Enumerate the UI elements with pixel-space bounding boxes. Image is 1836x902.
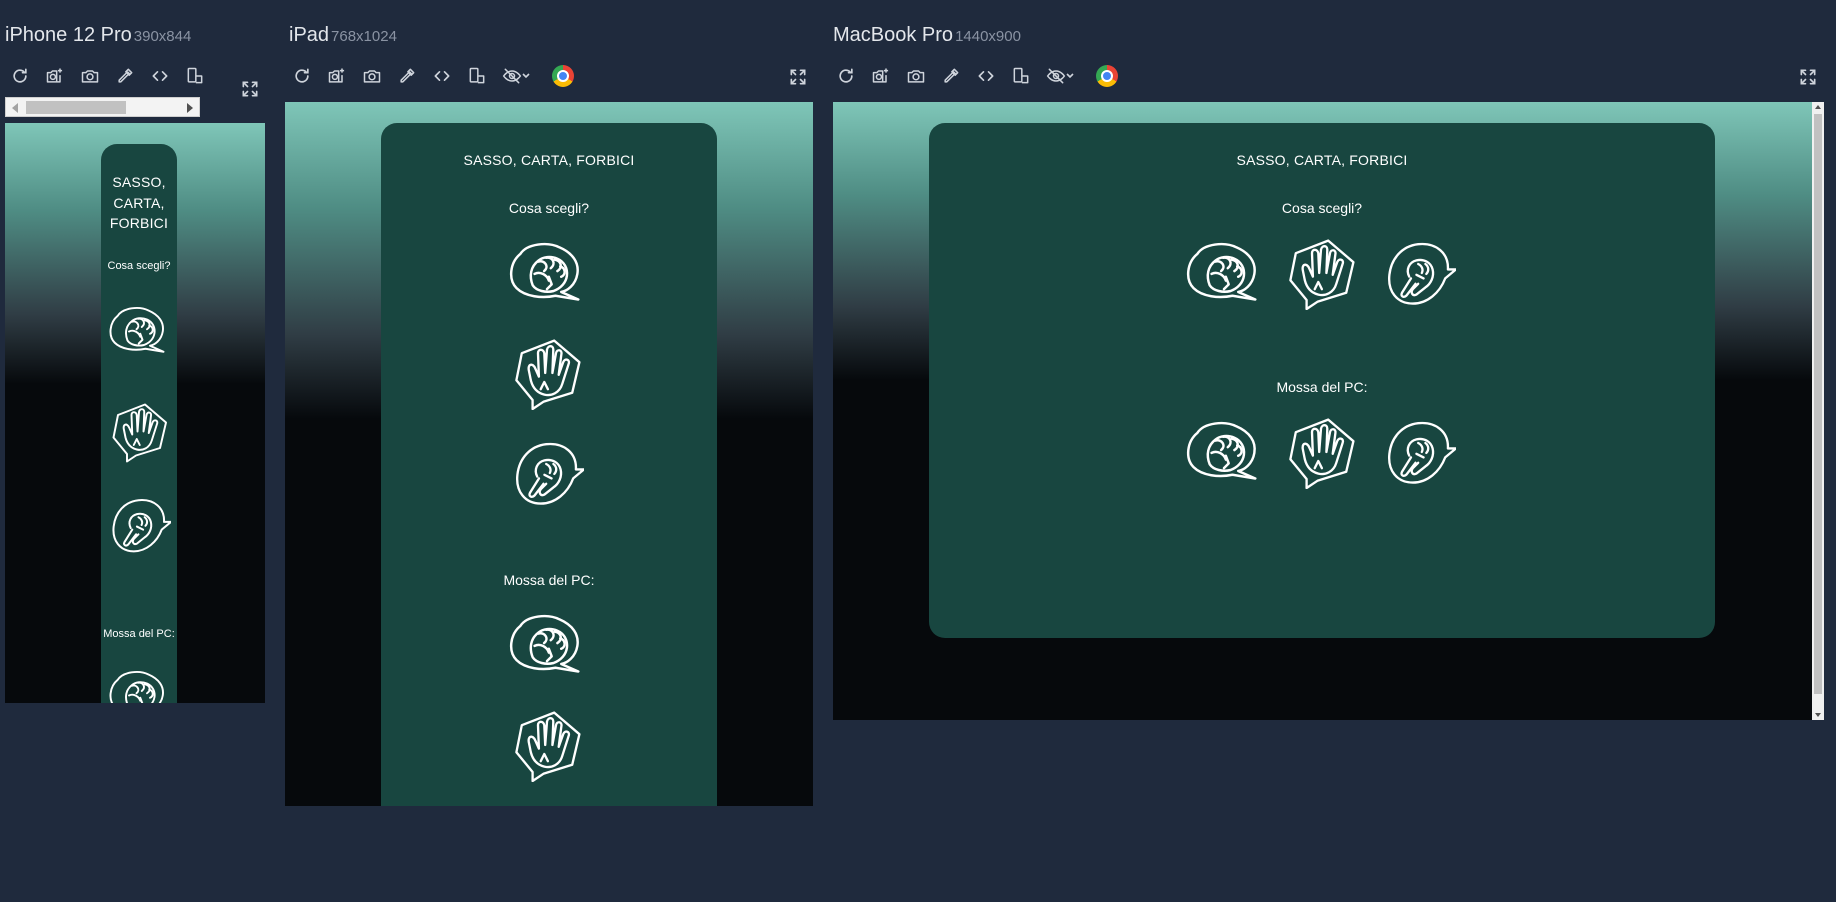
scissors-icon[interactable] (109, 489, 171, 561)
scissors-icon[interactable] (1384, 236, 1456, 310)
app-title-line: FORBICI (109, 215, 169, 231)
rock-icon[interactable] (108, 300, 168, 360)
camera-icon[interactable] (72, 62, 107, 90)
fullscreen-icon[interactable] (1795, 64, 1821, 90)
device-ipad: iPad 768x1024 SASSO, CARTA, FORBICI Cosa … (284, 0, 819, 820)
app-title-line: CARTA, (113, 194, 165, 211)
device-title: iPad 768x1024 (289, 24, 397, 47)
refresh-icon[interactable] (284, 62, 319, 90)
device-name: MacBook Pro (833, 24, 954, 46)
device-name: iPad (289, 24, 330, 46)
device-size: 390x844 (133, 28, 192, 45)
browser-logo-icon[interactable] (545, 62, 580, 90)
eyedropper-icon[interactable] (389, 62, 424, 90)
game-card: SASSO, CARTA, FORBICI Cosa scegli? Mossa… (101, 144, 177, 703)
choose-label: Cosa scegli? (508, 200, 590, 216)
paper-icon[interactable] (1285, 236, 1357, 310)
fullscreen-icon[interactable] (785, 64, 811, 90)
browser-logo-icon[interactable] (1089, 62, 1124, 90)
rotate-device-icon[interactable] (1003, 62, 1038, 90)
horizontal-scrollbar[interactable] (5, 97, 200, 117)
pc-scissors-icon (1384, 415, 1456, 489)
game-card: SASSO, CARTA, FORBICI Cosa scegli? Mossa… (929, 123, 1715, 638)
device-size: 1440x900 (955, 28, 1021, 45)
scroll-left-arrow[interactable] (12, 103, 18, 113)
code-icon[interactable] (142, 62, 177, 90)
scissors-icon[interactable] (512, 436, 584, 510)
paper-icon[interactable] (109, 394, 169, 469)
pc-paper-icon (1285, 415, 1357, 489)
pc-rock-icon (1185, 420, 1261, 482)
scrollbar-thumb[interactable] (1814, 114, 1822, 694)
rock-icon[interactable] (508, 241, 584, 303)
device-size: 768x1024 (331, 28, 397, 45)
device-toolbar (828, 62, 1124, 90)
rotate-device-icon[interactable] (177, 62, 212, 90)
camera-plus-icon[interactable] (319, 62, 354, 90)
choose-label: Cosa scegli? (107, 260, 171, 272)
chevron-down-icon[interactable] (1063, 62, 1077, 90)
refresh-icon[interactable] (2, 62, 37, 90)
code-icon[interactable] (424, 62, 459, 90)
paper-icon[interactable] (511, 336, 583, 410)
rock-icon[interactable] (1185, 241, 1261, 303)
code-icon[interactable] (968, 62, 1003, 90)
game-card: SASSO, CARTA, FORBICI Cosa scegli? Mossa… (381, 123, 717, 806)
device-toolbar (284, 62, 580, 90)
eyedropper-icon[interactable] (933, 62, 968, 90)
chevron-down-icon[interactable] (519, 62, 533, 90)
scrollbar-thumb[interactable] (26, 101, 126, 114)
fullscreen-icon[interactable] (237, 76, 263, 102)
device-name: iPhone 12 Pro (5, 24, 132, 46)
camera-icon[interactable] (354, 62, 389, 90)
app-title: SASSO, CARTA, FORBICI (1236, 152, 1408, 168)
device-macbook: MacBook Pro 1440x900 SASSO, CARTA, FORBIC… (828, 0, 1828, 740)
rotate-device-icon[interactable] (459, 62, 494, 90)
app-title-line: SASSO, (112, 174, 166, 190)
camera-plus-icon[interactable] (863, 62, 898, 90)
device-iphone: iPhone 12 Pro 390x844 SASSO, CARTA, FORBI… (0, 0, 270, 720)
pc-rock-icon (108, 664, 168, 703)
app-title: SASSO, CARTA, FORBICI (101, 172, 177, 234)
choose-label: Cosa scegli? (1281, 200, 1363, 216)
macbook-viewport: SASSO, CARTA, FORBICI Cosa scegli? Mossa… (833, 102, 1812, 720)
app-title: SASSO, CARTA, FORBICI (463, 152, 635, 168)
pc-rock-icon (508, 613, 584, 675)
scroll-up-arrow[interactable] (1815, 105, 1821, 109)
camera-plus-icon[interactable] (37, 62, 72, 90)
scroll-down-arrow[interactable] (1815, 713, 1821, 717)
eyedropper-icon[interactable] (107, 62, 142, 90)
pc-move-label: Mossa del PC: (503, 572, 595, 588)
pc-move-label: Mossa del PC: (103, 628, 175, 640)
device-toolbar (2, 62, 212, 90)
vertical-scrollbar[interactable] (1812, 102, 1824, 720)
pc-move-label: Mossa del PC: (1276, 379, 1368, 395)
ipad-viewport: SASSO, CARTA, FORBICI Cosa scegli? Mossa… (285, 102, 813, 806)
device-title: iPhone 12 Pro 390x844 (5, 24, 191, 47)
iphone-viewport: SASSO, CARTA, FORBICI Cosa scegli? Mossa… (5, 123, 265, 703)
device-title: MacBook Pro 1440x900 (833, 24, 1021, 47)
scroll-right-arrow[interactable] (187, 103, 193, 113)
refresh-icon[interactable] (828, 62, 863, 90)
pc-paper-icon (511, 708, 583, 782)
camera-icon[interactable] (898, 62, 933, 90)
